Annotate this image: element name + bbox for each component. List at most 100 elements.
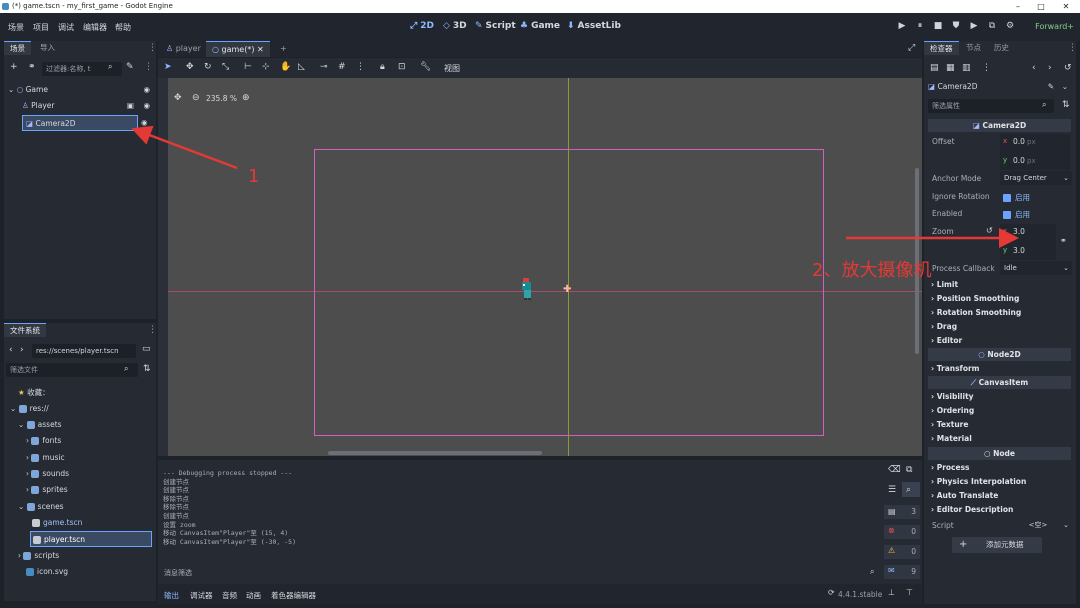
fs-icon-svg[interactable]: icon.svg [26,564,68,580]
zoom-y-value[interactable]: 3.0 [1013,246,1025,255]
new-resource-icon[interactable]: ▤ [930,63,939,73]
section-node[interactable]: ○ Node [928,447,1071,460]
tab-game[interactable]: ○ game(*) ✕ [206,41,270,57]
group-visibility[interactable]: › Visibility [931,392,974,401]
error-count[interactable]: ⊗ 0 [884,525,920,539]
back-icon[interactable]: ‹ [9,345,13,355]
close-button[interactable]: ✕ [1058,0,1074,13]
enabled-checkbox[interactable]: 启用 [1003,209,1030,220]
dock-menu-icon[interactable]: ⋮ [1068,43,1077,53]
tab-output[interactable]: 输出 [164,590,179,601]
fs-scripts[interactable]: › scripts [18,548,59,564]
lock-icon[interactable]: 🔒︎ [380,62,385,72]
expand-panel-icon[interactable]: ⊤ [906,588,913,597]
message-count[interactable]: ✉ 9 [884,565,920,579]
offset-field[interactable]: x 0.0 px y 0.0 px [1000,134,1070,170]
link-icon[interactable]: ⚭ [28,62,36,72]
grid-snap-icon[interactable]: # [338,62,346,72]
offset-y-value[interactable]: 0.0 [1013,156,1025,165]
view-menu[interactable]: 视图 [444,63,460,74]
tab-history[interactable]: 历史 [988,41,1015,55]
zoom-out-button[interactable]: ⊖ [192,93,200,103]
menu-debug[interactable]: 调试 [58,22,74,33]
add-metadata-button[interactable]: + 添加元数据 [952,537,1042,553]
revert-icon[interactable]: ↺ [986,226,993,235]
add-tab-button[interactable]: + [274,41,293,57]
zoom-field[interactable]: x 3.0 y 3.0 [1000,224,1056,260]
link-icon[interactable]: ⚭ [1060,236,1067,245]
renderer-select[interactable]: Forward+ [1035,22,1074,31]
select-tool-icon[interactable]: ➤ [164,62,172,72]
group-ordering[interactable]: › Ordering [931,406,974,415]
play-current-button[interactable]: ▶ [967,21,981,31]
script-icon[interactable]: ✎ [1048,79,1054,95]
section-camera2d[interactable]: ◪ Camera2D [928,119,1071,132]
visibility-eye-icon[interactable]: ◉ [141,115,148,131]
file-filter-input[interactable]: 筛选文件 [6,363,138,377]
stop-button[interactable]: ■ [931,21,945,31]
path-input[interactable]: res://scenes/player.tscn [32,344,136,358]
log-count[interactable]: ▤ 3 [884,505,920,519]
group-limit[interactable]: › Limit [931,280,958,289]
pin-icon[interactable]: ⊥ [888,588,895,597]
fs-fonts[interactable]: › fonts [26,433,61,449]
copy-output-icon[interactable]: ⧉ [906,465,912,475]
tree-node-camera2d[interactable]: ◪ Camera2D [22,115,138,131]
anchor-mode-select[interactable]: Drag Center ⌄ [1000,171,1072,185]
group-physics-interpolation[interactable]: › Physics Interpolation [931,477,1026,486]
h-scrollbar[interactable] [328,451,542,455]
tab-shader-editor[interactable]: 着色器编辑器 [271,590,316,601]
fs-res-root[interactable]: ⌄ res:// [10,401,49,417]
section-canvasitem[interactable]: ⟋ CanvasItem [928,376,1071,389]
fs-sounds[interactable]: › sounds [26,466,69,482]
pan-tool-icon[interactable]: ✋ [280,62,291,72]
dock-menu-icon[interactable]: ⋮ [148,43,157,53]
menu-project[interactable]: 项目 [33,22,49,33]
close-tab-icon[interactable]: ✕ [257,45,264,54]
message-filter-input[interactable]: 消息筛选 [160,566,880,580]
menu-help[interactable]: 帮助 [115,22,131,33]
zoom-in-button[interactable]: ⊕ [242,93,250,103]
object-history-icon[interactable]: ↺ [1064,63,1072,73]
forward-icon[interactable]: › [20,345,24,355]
extra-options-icon[interactable]: ⋮ [982,63,991,73]
tab-debugger[interactable]: 调试器 [190,590,213,601]
ruler-tool-icon[interactable]: ⊢ [244,62,252,72]
movie-button[interactable]: ⚙ [1003,21,1017,31]
rotate-tool-icon[interactable]: ↻ [204,62,212,72]
group-texture[interactable]: › Texture [931,420,968,429]
zoom-x-value[interactable]: 3.0 [1013,227,1025,236]
fs-sprites[interactable]: › sprites [26,482,68,498]
dock-menu-icon[interactable]: ⋮ [148,325,157,335]
group-editor-description[interactable]: › Editor Description [931,505,1013,514]
workspace-2d[interactable]: ⤢ 2D [410,21,434,31]
group-icon[interactable]: ⊡ [398,62,406,72]
tree-node-player[interactable]: ♙ Player ▣ ◉ [22,98,154,114]
group-position-smoothing[interactable]: › Position Smoothing [931,294,1019,303]
fs-favorites[interactable]: ★ 收藏： [18,385,50,401]
instance-icon[interactable]: ▣ [127,98,134,114]
open-resource-icon[interactable]: ▦ [946,63,955,73]
snap-icon[interactable]: ⊸ [320,62,328,72]
fs-game-tscn[interactable]: game.tscn [32,515,82,531]
fs-scenes[interactable]: ⌄ scenes [18,499,64,515]
clear-output-icon[interactable]: ⌫ [888,465,901,475]
menu-editor[interactable]: 编辑器 [83,22,107,33]
measure-tool-icon[interactable]: ◺ [298,62,305,72]
move-tool-icon[interactable]: ✥ [186,62,194,72]
filter-search-icon[interactable]: ⌕ [906,485,911,495]
fs-assets[interactable]: ⌄ assets [18,417,62,433]
scene-menu-icon[interactable]: ⋮ [144,62,153,72]
inspected-node[interactable]: ◪ Camera2D ✎ ⌄ [928,79,1072,95]
ignore-rotation-checkbox[interactable]: 启用 [1003,192,1030,203]
workspace-3d[interactable]: ◇ 3D [443,21,467,31]
tab-import[interactable]: 导入 [34,41,61,55]
offset-x-value[interactable]: 0.0 [1013,137,1025,146]
tab-filesystem[interactable]: 文件系统 [4,323,46,337]
group-drag[interactable]: › Drag [931,322,957,331]
canvas-viewport[interactable]: ✚ ✥ ⊖ 235.8 % ⊕ [168,78,922,456]
workspace-assetlib[interactable]: ⬇ AssetLib [567,21,621,31]
tab-inspector[interactable]: 检查器 [924,41,959,55]
split-view-icon[interactable]: ▭ [142,344,151,354]
bone-icon[interactable]: 🔧︎ [420,62,431,72]
